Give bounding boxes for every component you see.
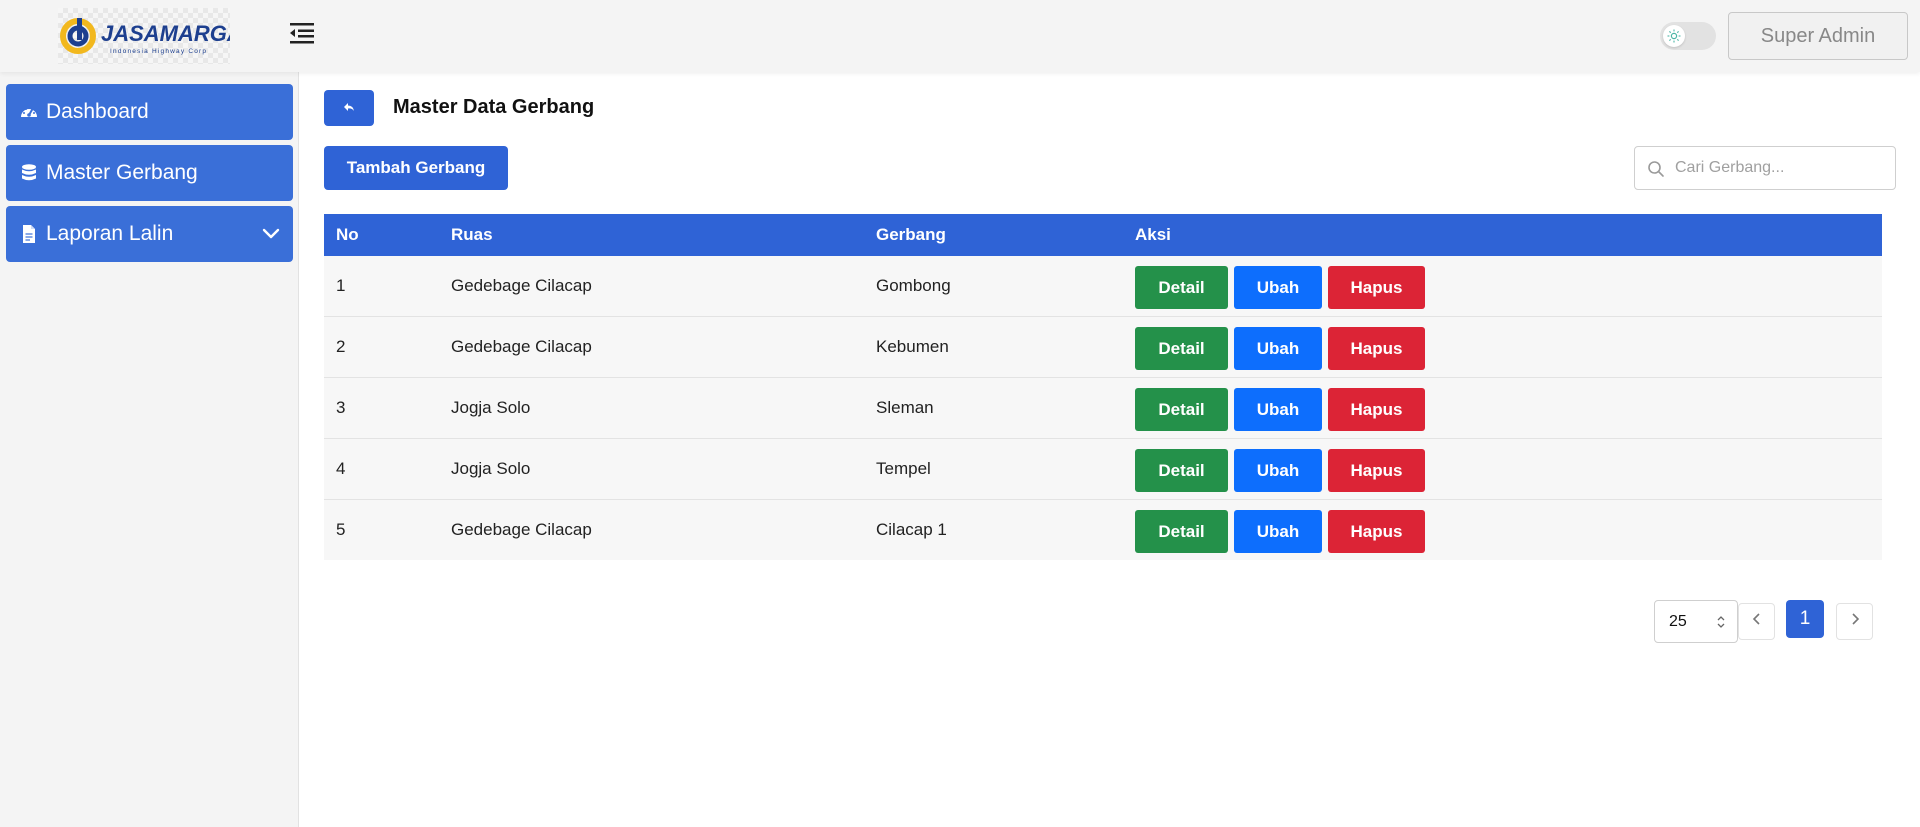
edit-button[interactable]: Ubah	[1234, 449, 1322, 492]
table-row: 1 Gedebage Cilacap Gombong Detail Ubah H…	[324, 256, 1882, 317]
sun-icon	[1663, 25, 1685, 47]
jasamarga-logo[interactable]: JASAMARGA Indonesia Highway Corp	[58, 8, 230, 64]
table-row: 5 Gedebage Cilacap Cilacap 1 Detail Ubah…	[324, 500, 1882, 560]
detail-button[interactable]: Detail	[1135, 388, 1228, 431]
cell-ruas: Jogja Solo	[451, 459, 531, 478]
page-title: Master Data Gerbang	[393, 96, 595, 118]
back-button[interactable]	[324, 90, 374, 126]
chevron-down-icon[interactable]	[261, 224, 281, 244]
table-row: 3 Jogja Solo Sleman Detail Ubah Hapus	[324, 378, 1882, 439]
chevron-right-icon	[1850, 612, 1860, 631]
updown-icon	[1715, 613, 1727, 631]
cell-ruas: Gedebage Cilacap	[451, 276, 592, 295]
search-icon	[1647, 160, 1665, 178]
row-actions: Detail Ubah Hapus	[1135, 510, 1425, 553]
table-row: 2 Gedebage Cilacap Kebumen Detail Ubah H…	[324, 317, 1882, 378]
cell-gerbang: Kebumen	[876, 337, 949, 356]
sidebar-item-dashboard[interactable]: Dashboard	[6, 84, 293, 140]
edit-button[interactable]: Ubah	[1234, 266, 1322, 309]
page-button-current[interactable]: 1	[1786, 600, 1824, 638]
sidebar-item-master-gerbang[interactable]: Master Gerbang	[6, 145, 293, 201]
cell-ruas: Gedebage Cilacap	[451, 337, 592, 356]
file-icon	[19, 224, 39, 244]
search-input[interactable]	[1675, 147, 1890, 189]
delete-button[interactable]: Hapus	[1328, 266, 1425, 309]
menu-indent-icon[interactable]	[288, 20, 316, 46]
row-actions: Detail Ubah Hapus	[1135, 388, 1425, 431]
cell-gerbang: Gombong	[876, 276, 951, 295]
user-menu-button[interactable]: Super Admin	[1728, 12, 1908, 60]
row-actions: Detail Ubah Hapus	[1135, 449, 1425, 492]
per-page-value: 25	[1669, 612, 1687, 630]
table-row: 4 Jogja Solo Tempel Detail Ubah Hapus	[324, 439, 1882, 500]
chevron-left-icon	[1752, 612, 1762, 631]
column-header-ruas[interactable]: Ruas	[451, 214, 493, 256]
next-page-button[interactable]	[1836, 603, 1873, 640]
cell-ruas: Jogja Solo	[451, 398, 531, 417]
column-header-gerbang[interactable]: Gerbang	[876, 214, 946, 256]
edit-button[interactable]: Ubah	[1234, 388, 1322, 431]
edit-button[interactable]: Ubah	[1234, 327, 1322, 370]
sidebar-item-laporan-lalin[interactable]: Laporan Lalin	[6, 206, 293, 262]
cell-gerbang: Tempel	[876, 459, 931, 478]
edit-button[interactable]: Ubah	[1234, 510, 1322, 553]
sidebar-item-label: Dashboard	[46, 100, 149, 123]
svg-text:Indonesia Highway Corp: Indonesia Highway Corp	[110, 48, 207, 55]
detail-button[interactable]: Detail	[1135, 449, 1228, 492]
row-actions: Detail Ubah Hapus	[1135, 327, 1425, 370]
detail-button[interactable]: Detail	[1135, 266, 1228, 309]
delete-button[interactable]: Hapus	[1328, 327, 1425, 370]
top-bar: JASAMARGA Indonesia Highway Corp Super A…	[0, 0, 1920, 72]
detail-button[interactable]: Detail	[1135, 510, 1228, 553]
cell-no: 2	[336, 337, 346, 356]
cell-no: 5	[336, 520, 346, 539]
add-gerbang-button[interactable]: Tambah Gerbang	[324, 146, 508, 190]
search-box[interactable]	[1634, 146, 1896, 190]
cell-gerbang: Sleman	[876, 398, 934, 417]
cell-no: 4	[336, 459, 346, 478]
gauge-icon	[19, 102, 39, 122]
per-page-select[interactable]: 25	[1654, 600, 1738, 643]
back-arrow-icon	[343, 99, 355, 117]
sidebar-item-label: Laporan Lalin	[46, 222, 174, 245]
cell-gerbang: Cilacap 1	[876, 520, 947, 539]
delete-button[interactable]: Hapus	[1328, 388, 1425, 431]
row-actions: Detail Ubah Hapus	[1135, 266, 1425, 309]
column-header-no[interactable]: No	[336, 214, 359, 256]
gerbang-table: No Ruas Gerbang Aksi 1 Gedebage Cilacap …	[324, 214, 1882, 560]
cell-ruas: Gedebage Cilacap	[451, 520, 592, 539]
table-header: No Ruas Gerbang Aksi	[324, 214, 1882, 256]
theme-toggle[interactable]	[1660, 22, 1716, 50]
sidebar-item-label: Master Gerbang	[46, 161, 198, 184]
cell-no: 3	[336, 398, 346, 417]
sidebar: Dashboard Master Gerbang Laporan Lalin	[0, 72, 299, 827]
database-icon	[19, 163, 39, 183]
main-content: Master Data Gerbang Tambah Gerbang No Ru…	[300, 72, 1920, 827]
column-header-aksi: Aksi	[1135, 225, 1171, 244]
cell-no: 1	[336, 276, 346, 295]
prev-page-button[interactable]	[1738, 603, 1775, 640]
svg-text:JASAMARGA: JASAMARGA	[101, 21, 230, 46]
detail-button[interactable]: Detail	[1135, 327, 1228, 370]
delete-button[interactable]: Hapus	[1328, 510, 1425, 553]
delete-button[interactable]: Hapus	[1328, 449, 1425, 492]
